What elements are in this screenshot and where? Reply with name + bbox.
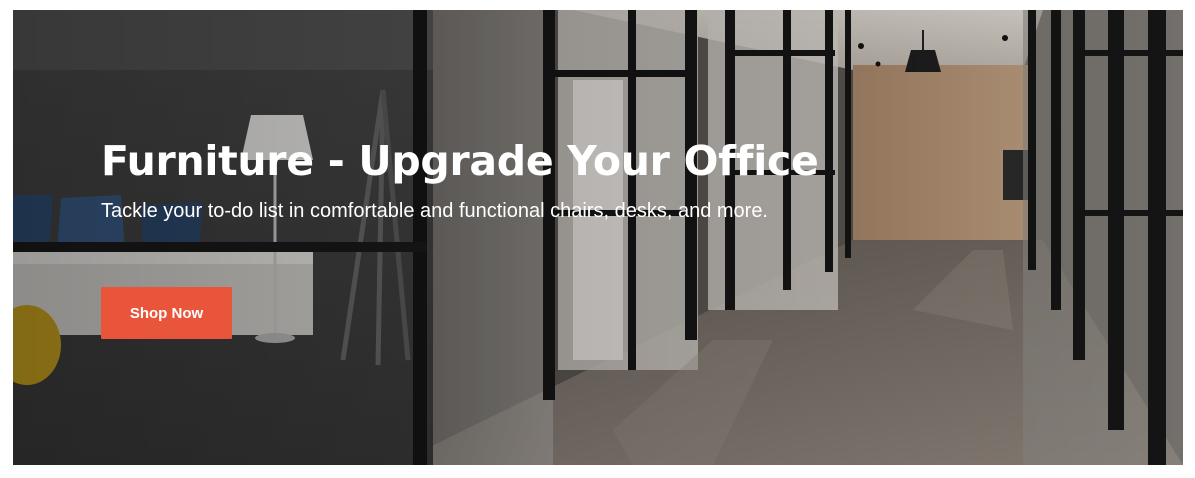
hero-subtitle: Tackle your to-do list in comfortable an… — [101, 200, 768, 222]
hero-overlay — [13, 10, 1183, 465]
hero-title: Furniture - Upgrade Your Office — [101, 137, 819, 185]
hero-content: Furniture - Upgrade Your Office Tackle y… — [101, 136, 1101, 224]
hero-banner: Furniture - Upgrade Your Office Tackle y… — [13, 10, 1183, 465]
shop-now-button[interactable]: Shop Now — [101, 287, 232, 339]
page: Furniture - Upgrade Your Office Tackle y… — [0, 0, 1195, 478]
